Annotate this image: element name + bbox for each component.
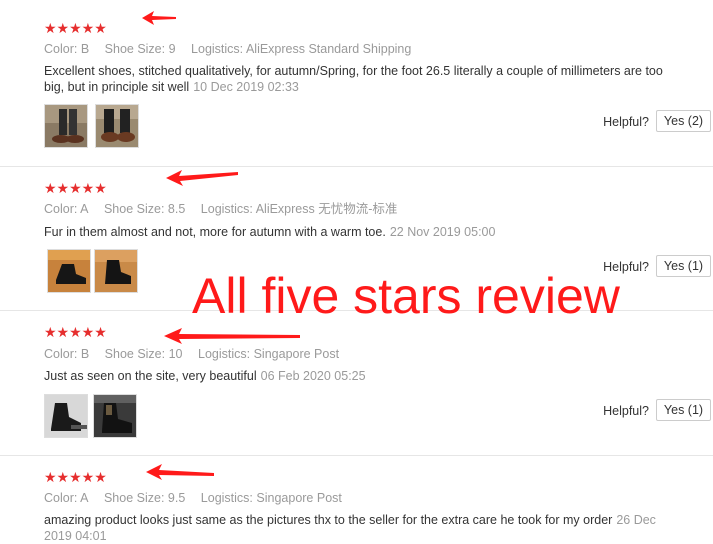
review-date: 22 Nov 2019 05:00 bbox=[389, 225, 496, 239]
logistics-value: Singapore Post bbox=[256, 491, 342, 505]
review-body: Fur in them almost and not, more for aut… bbox=[44, 225, 386, 239]
helpful-label: Helpful? bbox=[603, 115, 649, 129]
logistics-value: Singapore Post bbox=[253, 347, 340, 361]
size-value: 10 bbox=[168, 347, 183, 361]
review-meta: Color: A Shoe Size: 9.5 Logistics: Singa… bbox=[44, 490, 354, 506]
color-value: A bbox=[80, 491, 89, 505]
review-photo[interactable] bbox=[44, 394, 88, 438]
review-date: 10 Dec 2019 02:33 bbox=[193, 80, 299, 94]
star-rating: ★★★★★ bbox=[44, 469, 107, 485]
color-label: Color: bbox=[44, 202, 78, 216]
color-label: Color: bbox=[44, 347, 78, 361]
review-meta: Color: B Shoe Size: 10 Logistics: Singap… bbox=[44, 346, 351, 362]
review-body: Excellent shoes, stitched qualitatively,… bbox=[44, 64, 663, 94]
color-value: A bbox=[80, 202, 89, 216]
size-value: 9 bbox=[168, 42, 176, 56]
divider bbox=[0, 166, 713, 167]
color-label: Color: bbox=[44, 42, 78, 56]
review-body: amazing product looks just same as the p… bbox=[44, 513, 613, 527]
star-rating: ★★★★★ bbox=[44, 324, 107, 340]
review-body: Just as seen on the site, very beautiful bbox=[44, 369, 257, 383]
helpful-label: Helpful? bbox=[603, 404, 649, 418]
size-label: Shoe Size: bbox=[104, 347, 166, 361]
logistics-value: AliExpress Standard Shipping bbox=[245, 42, 412, 56]
annotation-arrow bbox=[142, 11, 176, 25]
review-photo[interactable] bbox=[44, 104, 88, 148]
review-photo[interactable] bbox=[93, 394, 137, 438]
annotation-arrow bbox=[166, 170, 238, 186]
review-text: Excellent shoes, stitched qualitatively,… bbox=[44, 63, 684, 95]
color-value: B bbox=[80, 347, 90, 361]
color-value: B bbox=[80, 42, 90, 56]
annotation-arrow bbox=[146, 464, 214, 480]
logistics-label: Logistics: bbox=[200, 202, 253, 216]
review-meta: Color: A Shoe Size: 8.5 Logistics: AliEx… bbox=[44, 201, 409, 217]
size-label: Shoe Size: bbox=[103, 491, 165, 505]
logistics-label: Logistics: bbox=[191, 42, 244, 56]
helpful-yes-button[interactable]: Yes (1) bbox=[656, 255, 711, 277]
helpful-yes-button[interactable]: Yes (1) bbox=[656, 399, 711, 421]
helpful-yes-button[interactable]: Yes (2) bbox=[656, 110, 711, 132]
annotation-overlay-text: All five stars review bbox=[192, 268, 620, 324]
size-value: 8.5 bbox=[167, 202, 186, 216]
size-value: 9.5 bbox=[167, 491, 186, 505]
annotation-arrow bbox=[164, 328, 300, 344]
review-text: Fur in them almost and not, more for aut… bbox=[44, 224, 684, 240]
star-rating: ★★★★★ bbox=[44, 180, 107, 196]
color-label: Color: bbox=[44, 491, 78, 505]
size-label: Shoe Size: bbox=[103, 202, 165, 216]
review-text: amazing product looks just same as the p… bbox=[44, 512, 684, 544]
divider bbox=[0, 455, 713, 456]
review-date: 06 Feb 2020 05:25 bbox=[260, 369, 366, 383]
review-photo[interactable] bbox=[95, 104, 139, 148]
review-text: Just as seen on the site, very beautiful… bbox=[44, 368, 684, 384]
size-label: Shoe Size: bbox=[104, 42, 166, 56]
logistics-label: Logistics: bbox=[200, 491, 253, 505]
star-rating: ★★★★★ bbox=[44, 20, 107, 36]
review-photo[interactable] bbox=[47, 249, 91, 293]
logistics-value: AliExpress 无忧物流-标准 bbox=[255, 202, 398, 216]
review-meta: Color: B Shoe Size: 9 Logistics: AliExpr… bbox=[44, 41, 423, 57]
logistics-label: Logistics: bbox=[198, 347, 251, 361]
review-photo[interactable] bbox=[94, 249, 138, 293]
